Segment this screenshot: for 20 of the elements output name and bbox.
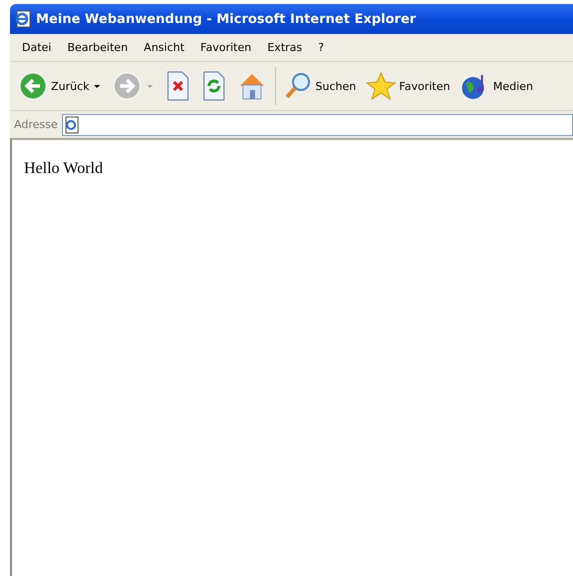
address-label: Adresse: [14, 118, 58, 131]
menu-item[interactable]: Favoriten: [192, 41, 260, 54]
page-text: Hello World: [24, 160, 104, 178]
stop-icon: [165, 71, 192, 101]
media-button[interactable]: Medien: [456, 69, 538, 103]
window-title: Meine Webanwendung - Microsoft Internet Explorer: [36, 12, 416, 26]
search-button[interactable]: Suchen: [280, 69, 360, 103]
menu-item[interactable]: Datei: [14, 41, 60, 54]
favorites-button[interactable]: Favoriten: [362, 69, 454, 103]
menu-item[interactable]: Bearbeiten: [59, 41, 136, 54]
browser-icon: [14, 10, 32, 28]
menu-item[interactable]: Extras: [259, 41, 310, 54]
menu-item[interactable]: Ansicht: [136, 41, 192, 54]
address-field[interactable]: [62, 114, 573, 136]
refresh-icon: [201, 71, 228, 101]
star-icon: [366, 71, 396, 101]
search-icon: [284, 71, 312, 101]
page-icon: [62, 116, 81, 134]
back-button[interactable]: Zurück: [14, 69, 106, 103]
menu-item[interactable]: ?: [310, 41, 332, 54]
